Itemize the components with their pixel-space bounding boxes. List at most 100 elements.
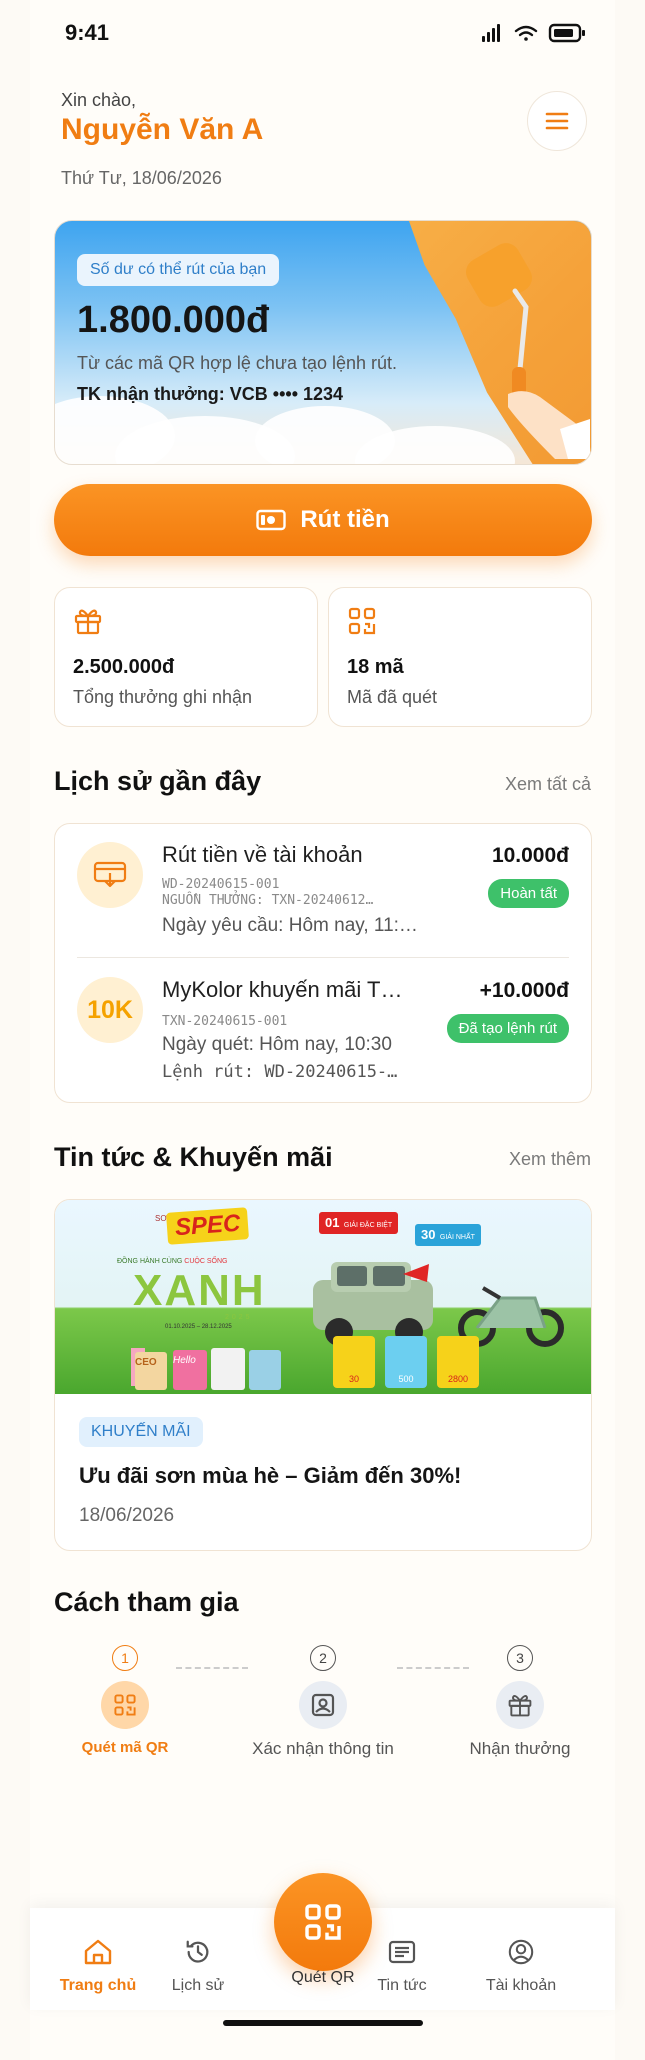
step-1: 1 Quét mã QR xyxy=(30,1645,220,1756)
wifi-icon xyxy=(514,25,538,41)
balance-amount: 1.800.000đ xyxy=(77,299,270,341)
signal-icon xyxy=(482,24,500,42)
prize-1-label: GIẢI ĐẶC BIỆT xyxy=(343,1222,393,1229)
status-time: 9:41 xyxy=(65,20,110,45)
banner-date-from: 01.10.2025 xyxy=(165,1324,196,1330)
status-badge-withdraw-created: Đã tạo lệnh rút xyxy=(446,1014,569,1043)
banner-tagline: ĐỒNG HÀNH CÙNG CUỘC SỐNG xyxy=(117,1258,227,1265)
steps-section-title: Cách tham gia xyxy=(54,1587,239,1617)
spec-logo: SPEC xyxy=(165,1207,250,1245)
product-label-ceo: CEO xyxy=(135,1357,157,1368)
product-paint-bucket: CEO xyxy=(135,1352,167,1390)
balance-note: Từ các mã QR hợp lệ chưa tạo lệnh rút. xyxy=(77,353,398,373)
step-2: 2 Xác nhận thông tin xyxy=(228,1645,418,1759)
nav-history[interactable]: Lịch sử xyxy=(148,1938,248,1995)
gift-icon xyxy=(74,609,102,635)
nav-home[interactable]: Trang chủ xyxy=(48,1938,148,1995)
history-item-detail: Ngày yêu cầu: Hôm nay, 11:… xyxy=(162,915,418,936)
banner-tagline-prefix: ĐỒNG HÀNH CÙNG xyxy=(117,1258,183,1265)
history-view-all-link[interactable]: Xem tất cả xyxy=(505,774,591,795)
step-number: 1 xyxy=(112,1645,138,1671)
banner-brand: SPEC xyxy=(174,1209,242,1242)
reward-10k-icon: 10K xyxy=(77,977,143,1043)
stat-scanned-codes-label: Mã đã quét xyxy=(347,687,438,707)
history-icon xyxy=(186,1940,209,1963)
prize-card-value: 500 xyxy=(398,1374,414,1384)
reward-account: TK nhận thưởng: VCB •••• 1234 xyxy=(77,384,344,404)
step-label: Quét mã QR xyxy=(81,1739,169,1756)
status-icons xyxy=(482,22,592,44)
stat-scanned-codes: 18 mã Mã đã quét xyxy=(328,587,592,727)
prize-card: 2800 xyxy=(437,1336,479,1388)
app-screen: 9:41 Xin chào, Nguyễn Văn A Thứ Tư, 18/0… xyxy=(30,0,615,2060)
prize-2-number: 30 xyxy=(421,1227,436,1242)
cash-icon xyxy=(256,509,287,531)
home-icon xyxy=(84,1939,112,1965)
history-item-withdraw-ref: Lệnh rút: WD-20240615-… xyxy=(162,1062,398,1082)
gift-icon xyxy=(496,1681,544,1729)
banner-tagline-highlight: CUỘC SỐNG xyxy=(184,1258,228,1265)
balance-card: Số dư có thể rút của bạn 1.800.000đ Từ c… xyxy=(54,220,592,465)
history-item-amount: 10.000đ xyxy=(491,844,569,867)
prize-2-label: GIẢI NHẤT xyxy=(439,1234,475,1241)
current-date: Thứ Tư, 18/06/2026 xyxy=(61,168,222,188)
menu-button[interactable] xyxy=(527,91,587,151)
history-item-source: NGUỒN THƯỞNG: TXN-20240612… xyxy=(162,893,374,908)
id-card-icon xyxy=(299,1681,347,1729)
scooter-illustration xyxy=(458,1286,564,1347)
stat-total-reward-value: 2.500.000đ xyxy=(73,656,175,678)
history-item-detail: Ngày quét: Hôm nay, 10:30 xyxy=(162,1034,392,1055)
home-indicator xyxy=(223,2020,423,2026)
news-card[interactable]: SƠN SPEC ĐỒNG HÀNH CÙNG CUỘC SỐNG XANH 2… xyxy=(54,1199,592,1551)
qr-icon xyxy=(101,1681,149,1729)
prize-card-value: 2800 xyxy=(447,1374,469,1384)
product-paint-bucket xyxy=(249,1350,281,1390)
banner-headline: XANH xyxy=(133,1266,266,1315)
promo-banner: SƠN SPEC ĐỒNG HÀNH CÙNG CUỘC SỐNG XANH 2… xyxy=(55,1200,591,1394)
status-badge-completed: Hoàn tất xyxy=(488,879,569,908)
news-tag: KHUYẾN MÃI xyxy=(79,1417,203,1447)
step-number: 3 xyxy=(507,1645,533,1671)
news-view-more-link[interactable]: Xem thêm xyxy=(509,1149,591,1170)
history-section-title: Lịch sử gần đây xyxy=(54,766,262,796)
news-section-title: Tin tức & Khuyến mãi xyxy=(54,1142,333,1172)
nav-label: Trang chủ xyxy=(59,1977,137,1994)
prize-1-number: 01 xyxy=(325,1215,340,1230)
history-item-code: TXN-20240615-001 xyxy=(162,1014,288,1029)
prize-card: 30 xyxy=(333,1336,375,1388)
balance-badge: Số dư có thể rút của bạn xyxy=(77,254,280,286)
banner-date-to: 28.12.2025 xyxy=(201,1324,232,1330)
nav-account[interactable]: Tài khoản xyxy=(471,1938,571,1995)
step-number: 2 xyxy=(310,1645,336,1671)
prize-1-badge: 01 GIẢI ĐẶC BIỆT xyxy=(319,1212,399,1234)
stat-scanned-codes-value: 18 mã xyxy=(347,656,404,678)
news-icon xyxy=(388,1940,416,1964)
battery-icon xyxy=(548,23,585,43)
banner-dates: 01.10.2025 – 28.12.2025 xyxy=(165,1324,232,1330)
news-headline: Ưu đãi sơn mùa hè – Giảm đến 30%! xyxy=(79,1463,462,1488)
reward-badge-text: 10K xyxy=(87,995,133,1024)
news-date: 18/06/2026 xyxy=(79,1505,175,1526)
withdraw-button[interactable]: Rút tiền xyxy=(54,484,592,556)
greeting-text: Xin chào, xyxy=(61,90,137,110)
history-item-amount: +10.000đ xyxy=(479,979,569,1002)
banner-year: 2025 xyxy=(225,1314,253,1321)
step-3: 3 Nhận thưởng xyxy=(425,1645,615,1759)
paint-roller-illustration xyxy=(466,243,590,459)
car-illustration xyxy=(313,1262,433,1346)
prize-card: 500 xyxy=(385,1336,427,1388)
product-paint-bucket: Hello xyxy=(173,1350,207,1390)
history-item-title: MyKolor khuyến mãi T… xyxy=(162,977,403,1002)
step-label: Xác nhận thông tin xyxy=(252,1739,394,1758)
product-label-hello: Hello xyxy=(173,1355,196,1366)
history-item-title: Rút tiền về tài khoản xyxy=(162,842,363,867)
scan-qr-label: Quét QR xyxy=(291,1969,355,1986)
stat-total-reward: 2.500.000đ Tổng thưởng ghi nhận xyxy=(54,587,318,727)
withdraw-icon xyxy=(77,842,143,908)
stat-total-reward-label: Tổng thưởng ghi nhận xyxy=(73,687,252,707)
history-card: Rút tiền về tài khoản WD-20240615-001 NG… xyxy=(54,823,592,1103)
account-icon xyxy=(508,1939,534,1965)
history-item-code: WD-20240615-001 xyxy=(162,877,280,892)
withdraw-button-label: Rút tiền xyxy=(300,506,390,533)
scan-qr-fab[interactable] xyxy=(274,1873,372,1971)
